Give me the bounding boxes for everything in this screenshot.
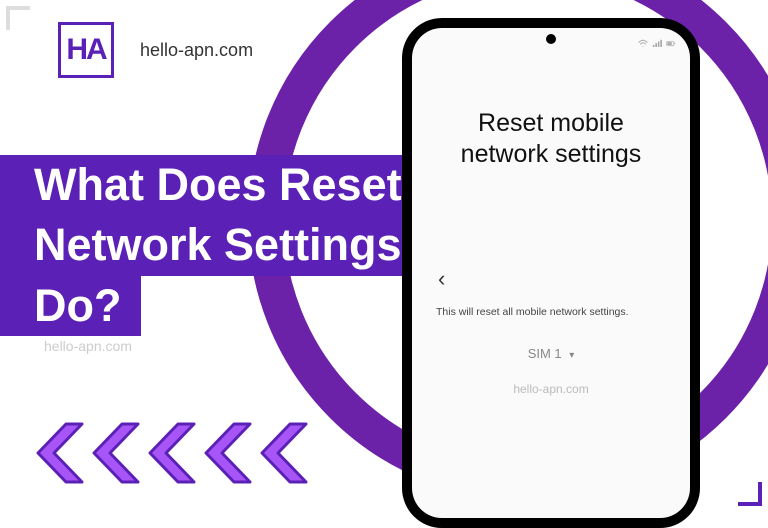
- corner-bracket-top-left: [6, 6, 30, 30]
- headline-block: What Does Reset Network Settings Do?: [0, 155, 422, 336]
- battery-icon: [666, 39, 676, 47]
- brand-logo-text: HA: [66, 33, 105, 67]
- screen-content: Reset mobile network settings: [412, 78, 690, 171]
- watermark-screen: hello-apn.com: [412, 382, 690, 396]
- watermark-left: hello-apn.com: [44, 338, 132, 354]
- chevron-row: [34, 422, 308, 484]
- chevron-left-icon: [146, 422, 196, 484]
- thumbnail-canvas: HA hello-apn.com What Does Reset Network…: [0, 0, 768, 512]
- phone-screen: Reset mobile network settings ‹ This wil…: [412, 28, 690, 518]
- headline-line-2: Network Settings: [0, 215, 422, 275]
- chevron-left-icon: [202, 422, 252, 484]
- headline-line-3: Do?: [0, 276, 141, 336]
- screen-description: This will reset all mobile network setti…: [436, 306, 666, 318]
- chevron-left-icon: [258, 422, 308, 484]
- statusbar-icons: [638, 39, 676, 47]
- chevron-left-icon: ‹: [438, 266, 445, 291]
- sim-label: SIM 1: [528, 346, 562, 361]
- corner-bracket-bottom-right: [738, 482, 762, 506]
- screen-title: Reset mobile network settings: [436, 108, 666, 171]
- sim-selector[interactable]: SIM 1 ▾: [412, 346, 690, 361]
- chevron-left-icon: [90, 422, 140, 484]
- statusbar: [412, 34, 690, 52]
- signal-icon: [652, 39, 662, 47]
- wifi-icon: [638, 39, 648, 47]
- phone-mockup: Reset mobile network settings ‹ This wil…: [402, 18, 700, 528]
- chevron-left-icon: [34, 422, 84, 484]
- headline-line-1: What Does Reset: [0, 155, 422, 215]
- back-button[interactable]: ‹: [438, 266, 445, 292]
- brand-logo: HA: [58, 22, 114, 78]
- site-name-top: hello-apn.com: [140, 40, 253, 61]
- chevron-down-icon: ▾: [569, 350, 574, 361]
